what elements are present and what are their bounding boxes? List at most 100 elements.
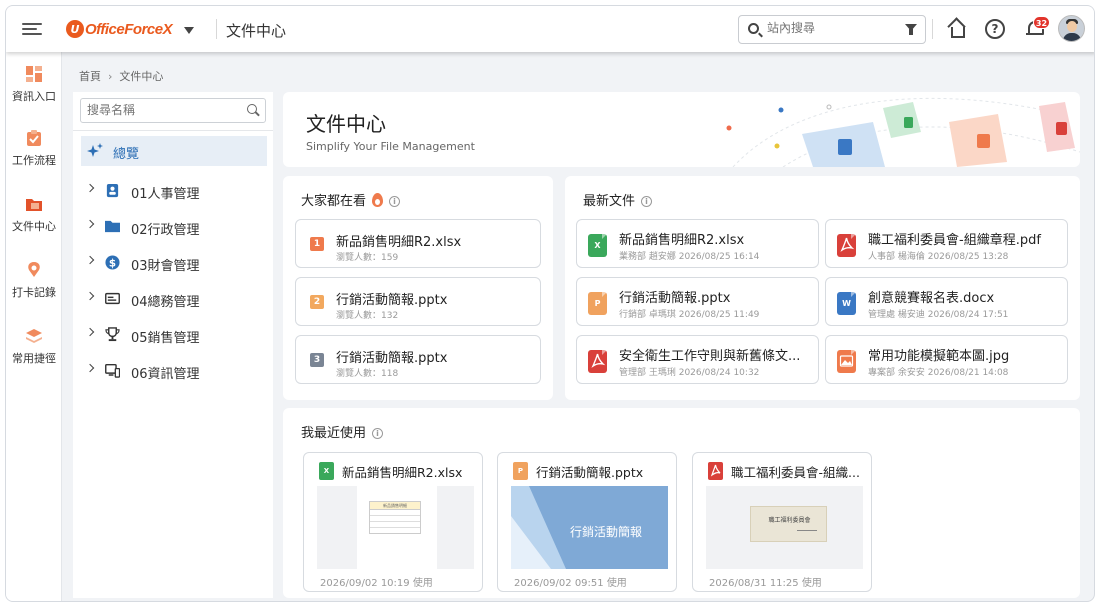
user-avatar[interactable] <box>1058 15 1085 42</box>
nav-item-attendance[interactable]: 打卡記錄 <box>6 256 62 310</box>
chevron-right-icon[interactable] <box>85 219 95 229</box>
tree-item-general-affairs[interactable]: 04總務管理 <box>81 284 267 314</box>
person-badge-icon <box>106 183 119 198</box>
file-name: 常用功能模擬範本圖.jpg <box>868 349 1010 364</box>
file-views: 瀏覽人數：159 <box>336 253 399 263</box>
computer-icon <box>105 363 120 378</box>
app-switcher-caret-icon[interactable] <box>184 27 194 34</box>
popular-panel: 大家都在看 i 1 新品銷售明細R2.xlsx 瀏覽人數：159 2 行銷活動簡報… <box>283 176 553 400</box>
popular-file-card[interactable]: 2 行銷活動簡報.pptx 瀏覽人數：132 <box>295 277 541 326</box>
logo-text: OfficeForceX <box>85 20 173 38</box>
tree-item-it[interactable]: 06資訊管理 <box>81 356 267 386</box>
tree-item-overview[interactable]: 總覽 <box>81 136 267 166</box>
svg-text:$: $ <box>109 257 116 269</box>
tree-item-hr[interactable]: 01人事管理 <box>81 176 267 206</box>
chevron-right-icon[interactable] <box>85 255 95 265</box>
stack-layers-icon <box>26 329 42 343</box>
latest-file-card[interactable]: X 新品銷售明細R2.xlsx 業務部 趙安娜 2026/08/25 16:14 <box>576 219 819 268</box>
file-name: 職工福利委員會-組織... <box>731 465 860 480</box>
recent-file-card[interactable]: 職工福利委員會-組織... 職工福利委員會 2026/08/31 11:25 使… <box>692 452 872 592</box>
help-icon[interactable]: ? <box>985 19 1005 39</box>
recent-title: 我最近使用 i <box>301 422 384 441</box>
file-name: 行銷活動簡報.pptx <box>619 291 731 306</box>
chevron-right-icon[interactable] <box>85 183 95 193</box>
file-name: 新品銷售明細R2.xlsx <box>336 235 462 250</box>
site-search-input[interactable] <box>767 21 887 35</box>
site-search[interactable] <box>738 15 926 44</box>
latest-title: 最新文件 i <box>583 190 653 209</box>
flame-icon <box>372 193 384 207</box>
file-name: 創意競賽報名表.docx <box>868 291 995 306</box>
tree-item-finance[interactable]: $ 03財會管理 <box>81 248 267 278</box>
location-pin-icon <box>28 262 40 277</box>
popular-file-card[interactable]: 1 新品銷售明細R2.xlsx 瀏覽人數：159 <box>295 219 541 268</box>
powerpoint-file-icon: P <box>513 462 528 480</box>
rank-badge: 1 <box>310 237 324 251</box>
latest-file-card[interactable]: 安全衛生工作守則與新舊條文... 管理部 王瑪琍 2026/08/24 10:3… <box>576 335 819 384</box>
banner-title: 文件中心 <box>306 112 386 136</box>
chevron-right-icon[interactable] <box>85 327 95 337</box>
divider <box>932 19 933 39</box>
menu-icon[interactable] <box>22 20 42 38</box>
popular-file-card[interactable]: 3 行銷活動簡報.pptx 瀏覽人數：118 <box>295 335 541 384</box>
tree-item-label: 05銷售管理 <box>131 331 200 346</box>
chevron-right-icon: › <box>108 70 113 83</box>
nav-label: 資訊入口 <box>12 90 56 103</box>
file-name: 行銷活動簡報.pptx <box>336 351 448 366</box>
chevron-right-icon[interactable] <box>85 291 95 301</box>
pdf-file-icon <box>837 234 856 257</box>
tree-item-admin[interactable]: 02行政管理 <box>81 212 267 242</box>
recent-file-card[interactable]: P 行銷活動簡報.pptx 行銷活動簡報 2026/09/02 09:51 使用 <box>497 452 677 592</box>
info-icon[interactable]: i <box>372 428 384 439</box>
latest-file-card[interactable]: W 創意競賽報名表.docx 管理處 楊安迪 2026/08/24 17:51 <box>825 277 1068 326</box>
file-thumbnail: 職工福利委員會 <box>706 486 863 569</box>
nav-label: 常用捷徑 <box>12 352 56 365</box>
divider <box>73 130 273 131</box>
file-meta: 業務部 趙安娜 2026/08/25 16:14 <box>619 252 760 262</box>
chevron-right-icon[interactable] <box>85 363 95 373</box>
info-icon[interactable]: i <box>641 196 653 207</box>
search-icon[interactable] <box>247 104 257 114</box>
nav-item-shortcuts[interactable]: 常用捷徑 <box>6 322 62 376</box>
breadcrumb: 首頁 › 文件中心 <box>79 68 163 84</box>
latest-file-card[interactable]: P 行銷活動簡報.pptx 行銷部 卓瑪琪 2026/08/25 11:49 <box>576 277 819 326</box>
powerpoint-file-icon: P <box>588 292 607 315</box>
file-name: 行銷活動簡報.pptx <box>336 293 448 308</box>
tree-search-input[interactable] <box>87 103 237 117</box>
notification-badge: 32 <box>1033 16 1050 29</box>
recent-file-card[interactable]: X 新品銷售明細R2.xlsx 新品銷售明細 2026/09/02 10:19 … <box>303 452 483 592</box>
tree-item-label: 03財會管理 <box>131 259 200 274</box>
info-icon[interactable]: i <box>389 196 401 207</box>
banner-subtitle: Simplify Your File Management <box>306 140 475 153</box>
tree-item-sales[interactable]: 05銷售管理 <box>81 320 267 350</box>
dashboard-icon <box>26 66 42 82</box>
latest-panel: 最新文件 i X 新品銷售明細R2.xlsx 業務部 趙安娜 2026/08/25… <box>565 176 1080 400</box>
app-logo[interactable]: U OfficeForceX <box>66 18 173 40</box>
last-used-date: 2026/09/02 09:51 使用 <box>514 578 627 589</box>
top-bar: U OfficeForceX 文件中心 ? 32 <box>6 6 1094 52</box>
tree-item-label: 02行政管理 <box>131 223 200 238</box>
file-name: 職工福利委員會-組織章程.pdf <box>868 233 1041 248</box>
workflow-icon <box>27 130 41 146</box>
nav-item-workflow[interactable]: 工作流程 <box>6 124 62 178</box>
file-meta: 行銷部 卓瑪琪 2026/08/25 11:49 <box>619 310 760 320</box>
tree-search[interactable] <box>80 98 266 123</box>
nav-item-documents[interactable]: 文件中心 <box>6 190 62 244</box>
dollar-coin-icon: $ <box>105 255 120 270</box>
latest-file-card[interactable]: 常用功能模擬範本圖.jpg 專案部 余安安 2026/08/21 14:08 <box>825 335 1068 384</box>
left-nav: 資訊入口 工作流程 文件中心 打卡記錄 常用捷徑 <box>6 52 62 601</box>
pdf-file-icon <box>708 462 723 480</box>
nav-item-portal[interactable]: 資訊入口 <box>6 60 62 114</box>
rank-badge: 2 <box>310 295 324 309</box>
recent-panel: 我最近使用 i X 新品銷售明細R2.xlsx 新品銷售明細 2026/09/02… <box>283 408 1080 598</box>
document-folder-icon <box>26 199 42 211</box>
file-meta: 管理部 王瑪琍 2026/08/24 10:32 <box>619 368 760 378</box>
breadcrumb-home[interactable]: 首頁 <box>79 70 101 83</box>
id-card-icon <box>105 292 120 305</box>
file-thumbnail: 行銷活動簡報 <box>511 486 668 569</box>
file-views: 瀏覽人數：118 <box>336 369 399 379</box>
home-icon[interactable] <box>946 19 966 39</box>
latest-file-card[interactable]: 職工福利委員會-組織章程.pdf 人事部 楊海倫 2026/08/25 13:2… <box>825 219 1068 268</box>
filter-icon[interactable] <box>905 24 917 35</box>
file-meta: 專案部 余安安 2026/08/21 14:08 <box>868 368 1009 378</box>
